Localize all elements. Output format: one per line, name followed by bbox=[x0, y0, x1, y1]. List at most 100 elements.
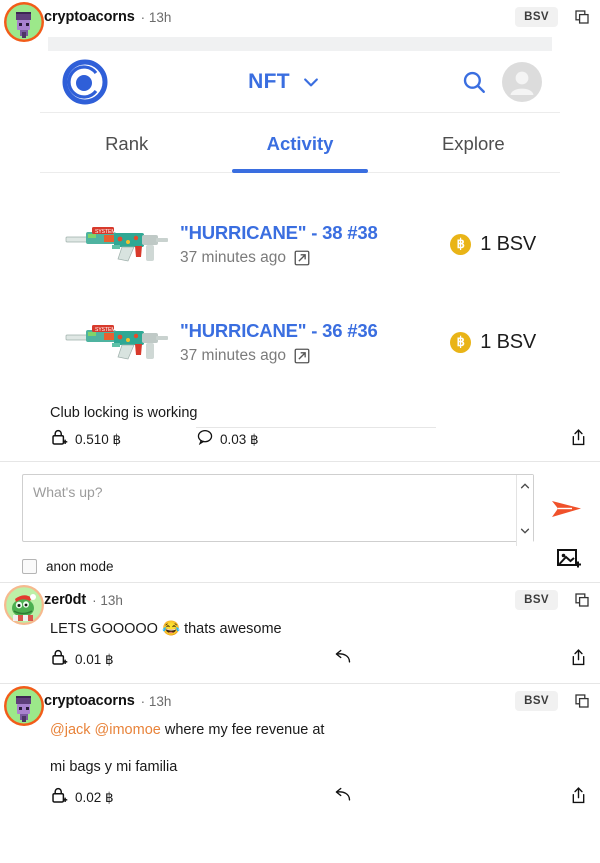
comment-text: LETS GOOOOO 😂 thats awesome bbox=[50, 621, 282, 637]
lock-amount: 0.02 ฿ bbox=[75, 790, 114, 806]
comment-timestamp: · 13h bbox=[140, 693, 172, 709]
post-header: cryptoacorns · 13h BSV bbox=[0, 0, 600, 42]
lock-button[interactable]: 0.01 ฿ bbox=[50, 648, 332, 672]
list-item-info: "HURRICANE" - 36 #36 37 minutes ago bbox=[180, 320, 450, 365]
list-item: cryptoacorns · 13h BSV @jack @imomoe whe… bbox=[0, 683, 600, 821]
svg-text:SYSTEM: SYSTEM bbox=[95, 327, 116, 333]
svg-text:SYSTEM: SYSTEM bbox=[95, 229, 116, 235]
lock-plus-icon bbox=[50, 786, 69, 810]
lock-button[interactable]: 0.510 ฿ bbox=[50, 428, 196, 452]
reply-arrow-icon[interactable] bbox=[332, 785, 353, 811]
nft-item-time: 37 minutes ago bbox=[180, 248, 286, 266]
reply-input[interactable] bbox=[22, 474, 534, 542]
nft-item-time: 37 minutes ago bbox=[180, 346, 286, 364]
search-icon[interactable] bbox=[461, 69, 487, 95]
nft-item-price: ฿ 1 BSV bbox=[450, 233, 542, 256]
list-item[interactable]: SYSTEM bbox=[40, 195, 560, 293]
post-header-right: BSV bbox=[515, 7, 590, 27]
comment-button[interactable]: 0.03 ฿ bbox=[196, 427, 436, 453]
nft-price-text: 1 BSV bbox=[480, 330, 536, 353]
list-item[interactable]: SYSTEM bbox=[40, 293, 560, 391]
nft-item-name[interactable]: "HURRICANE" - 38 #38 bbox=[180, 222, 450, 244]
ak47-hurricane-skin-icon[interactable]: SYSTEM bbox=[62, 311, 174, 373]
reply-arrow-icon[interactable] bbox=[332, 647, 353, 673]
external-link-icon[interactable] bbox=[293, 249, 311, 267]
copy-icon[interactable] bbox=[574, 592, 590, 608]
anon-mode-label: anon mode bbox=[46, 559, 114, 574]
relayx-swirl-logo-icon[interactable] bbox=[62, 59, 108, 105]
chevron-down-icon[interactable] bbox=[301, 72, 321, 92]
lock-plus-icon bbox=[50, 648, 69, 672]
chevron-up-icon[interactable] bbox=[519, 479, 531, 497]
share-button[interactable] bbox=[569, 648, 588, 672]
tab-rank[interactable]: Rank bbox=[40, 113, 213, 172]
scrollbar[interactable] bbox=[516, 475, 533, 546]
lock-amount: 0.510 ฿ bbox=[75, 432, 122, 447]
composer-row bbox=[22, 474, 590, 547]
list-item: zer0dt · 13h BSV LETS GOOOOO 😂 thats awe… bbox=[0, 582, 600, 683]
post-timestamp: · 13h bbox=[140, 9, 172, 25]
comment-text: @jack @imomoe where my fee revenue at bbox=[0, 718, 600, 741]
comment-text-second-line: mi bags y mi familia bbox=[50, 759, 178, 776]
copy-icon[interactable] bbox=[574, 693, 590, 709]
post-author-name[interactable]: cryptoacorns bbox=[44, 9, 135, 25]
nft-item-sub: 37 minutes ago bbox=[180, 347, 450, 365]
status-badge[interactable]: BSV bbox=[515, 691, 558, 712]
nft-price-text: 1 BSV bbox=[480, 232, 536, 255]
nft-app-header: NFT bbox=[40, 51, 560, 113]
mention-link[interactable]: @jack @imomoe bbox=[50, 722, 161, 738]
anon-mode-checkbox[interactable] bbox=[22, 559, 37, 574]
bsv-coin-icon: ฿ bbox=[450, 233, 472, 255]
tab-explore[interactable]: Explore bbox=[387, 113, 560, 172]
profile-avatar-icon[interactable] bbox=[502, 61, 542, 102]
comment-action-bar: 0.01 ฿ bbox=[0, 640, 600, 681]
nft-embed-card: NFT Rank Activity Explore SYSTEM "HURRIC… bbox=[40, 37, 560, 397]
share-icon bbox=[569, 428, 588, 452]
textarea-wrapper bbox=[22, 474, 534, 547]
lock-plus-icon bbox=[50, 428, 69, 452]
chevron-down-icon[interactable] bbox=[519, 524, 531, 542]
nft-item-sub: 37 minutes ago bbox=[180, 249, 450, 267]
avatar[interactable] bbox=[4, 686, 44, 727]
share-button[interactable] bbox=[569, 428, 588, 452]
post-detail-page: cryptoacorns · 13h BSV NFT Rank Activity… bbox=[0, 0, 600, 863]
add-image-icon[interactable] bbox=[556, 547, 582, 578]
external-link-icon[interactable] bbox=[293, 347, 311, 365]
share-button[interactable] bbox=[569, 786, 588, 810]
embed-top-bar bbox=[48, 37, 552, 51]
avatar[interactable] bbox=[4, 585, 44, 625]
speech-bubble-icon bbox=[196, 428, 214, 451]
nft-header-actions bbox=[461, 61, 542, 102]
comment-header: zer0dt · 13h BSV bbox=[0, 583, 600, 625]
page-title: NFT bbox=[248, 69, 290, 93]
comment-header-right: BSV bbox=[515, 691, 590, 712]
avatar[interactable] bbox=[4, 2, 44, 42]
comment-text-rest: where my fee revenue at bbox=[160, 722, 325, 739]
list-item-info: "HURRICANE" - 38 #38 37 minutes ago bbox=[180, 222, 450, 267]
comment-amount: 0.03 ฿ bbox=[220, 431, 259, 447]
lock-amount: 0.01 ฿ bbox=[75, 652, 114, 668]
anon-mode-row: anon mode bbox=[22, 559, 590, 574]
send-arrow-icon[interactable] bbox=[550, 496, 584, 527]
nft-title-group[interactable]: NFT bbox=[108, 70, 461, 94]
text-gap bbox=[0, 741, 600, 755]
status-badge[interactable]: BSV bbox=[515, 7, 558, 27]
ak47-hurricane-skin-icon[interactable]: SYSTEM bbox=[62, 213, 174, 275]
copy-icon[interactable] bbox=[574, 9, 590, 25]
post-action-bar: 0.510 ฿ 0.03 ฿ bbox=[0, 421, 600, 461]
comment-action-bar: 0.02 ฿ bbox=[0, 778, 600, 819]
reply-composer: anon mode bbox=[0, 462, 600, 582]
comment-author-name[interactable]: cryptoacorns bbox=[44, 693, 135, 709]
tab-activity[interactable]: Activity bbox=[213, 113, 386, 173]
comment-timestamp: · 13h bbox=[92, 592, 123, 608]
comment-header-right: BSV bbox=[515, 590, 590, 610]
nft-activity-list: SYSTEM "HURRICANE" - 38 #38 37 minutes a… bbox=[40, 173, 560, 397]
bsv-coin-icon: ฿ bbox=[450, 331, 472, 353]
nft-item-name[interactable]: "HURRICANE" - 36 #36 bbox=[180, 320, 450, 342]
lock-button[interactable]: 0.02 ฿ bbox=[50, 786, 332, 810]
comment-header: cryptoacorns · 13h BSV bbox=[0, 684, 600, 727]
status-badge[interactable]: BSV bbox=[515, 590, 558, 610]
comment-author-name[interactable]: zer0dt bbox=[44, 592, 86, 608]
post-text: Club locking is working bbox=[50, 405, 198, 421]
nft-item-price: ฿ 1 BSV bbox=[450, 331, 542, 354]
